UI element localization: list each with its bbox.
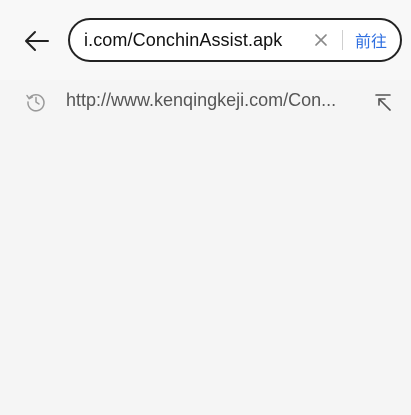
- suggestion-item[interactable]: http://www.kenqingkeji.com/Con...: [0, 80, 411, 124]
- arrow-up-left-icon[interactable]: [372, 91, 394, 113]
- url-field-container[interactable]: i.com/ConchinAssist.apk 前往: [68, 18, 402, 62]
- go-button[interactable]: 前往: [355, 28, 387, 52]
- url-input[interactable]: i.com/ConchinAssist.apk: [84, 30, 298, 51]
- back-button[interactable]: [22, 26, 52, 56]
- empty-content-area: [0, 124, 411, 415]
- clear-button[interactable]: [308, 27, 334, 53]
- history-icon: [26, 94, 45, 112]
- close-icon: [315, 34, 327, 46]
- address-bar: i.com/ConchinAssist.apk 前往: [0, 0, 411, 80]
- suggestion-url: http://www.kenqingkeji.com/Con...: [66, 90, 337, 110]
- arrow-left-icon: [25, 31, 49, 51]
- browser-screen: i.com/ConchinAssist.apk 前往 http://www.ke…: [0, 0, 411, 415]
- divider: [342, 30, 343, 50]
